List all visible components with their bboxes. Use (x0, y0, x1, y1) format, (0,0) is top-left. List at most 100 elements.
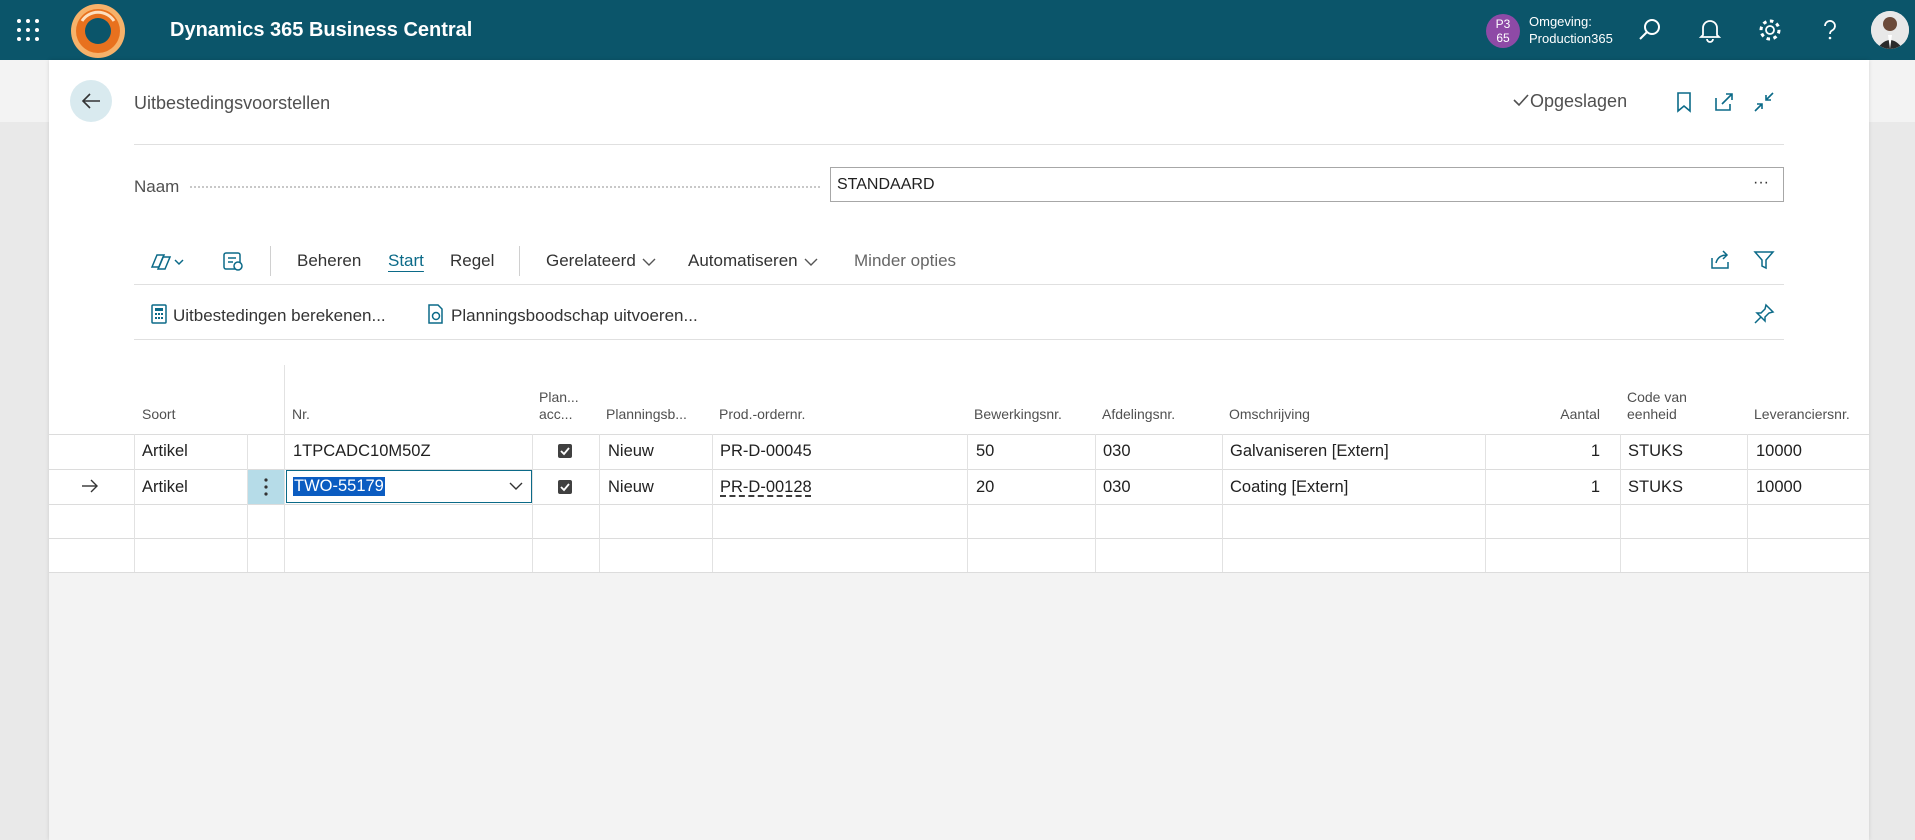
cell-bewerkingsnr[interactable]: 20 (976, 478, 994, 497)
grid-column-line (967, 434, 968, 572)
document-gear-icon (428, 304, 443, 324)
grid-column-line (712, 434, 713, 572)
bookmark-icon[interactable] (1672, 90, 1696, 114)
name-more-button[interactable]: ··· (1753, 174, 1769, 192)
name-label: Naam (134, 177, 180, 196)
cell-code-van-eenheid[interactable]: STUKS (1628, 442, 1683, 461)
column-header-omschrijving[interactable]: Omschrijving (1229, 406, 1310, 423)
grid-column-line (1485, 434, 1486, 572)
calculate-button[interactable]: Uitbestedingen berekenen... (151, 304, 386, 326)
grid-column-line (1095, 434, 1096, 572)
cell-omschrijving[interactable]: Galvaniseren [Extern] (1230, 442, 1389, 461)
action-automatiseren-label: Automatiseren (688, 251, 798, 270)
nr-edit-field[interactable]: TWO-55179 (286, 470, 532, 503)
cell-nr[interactable]: 1TPCADC10M50Z (293, 442, 431, 461)
bell-icon[interactable] (1697, 17, 1723, 43)
header-column-divider (284, 365, 285, 435)
cell-aantal[interactable]: 1 (1540, 442, 1600, 461)
action-regel[interactable]: Regel (450, 251, 494, 271)
filter-icon[interactable] (1752, 248, 1776, 272)
nr-edit-value: TWO-55179 (293, 477, 385, 496)
saved-status: Opgeslagen (1512, 91, 1627, 112)
column-header-prod-ordernr[interactable]: Prod.-ordernr. (719, 406, 805, 423)
planning-accepted-checkbox[interactable] (558, 444, 572, 458)
carry-out-label: Planningsboodschap uitvoeren... (451, 306, 698, 325)
chevron-down-icon (642, 258, 656, 266)
environment-label: Omgeving: (1529, 14, 1592, 29)
action-start[interactable]: Start (388, 251, 424, 271)
cell-soort[interactable]: Artikel (142, 442, 188, 461)
app-launcher-icon[interactable] (16, 18, 40, 42)
grid-column-line (1222, 434, 1223, 572)
cell-planningsboodschap[interactable]: Nieuw (608, 478, 654, 497)
arrow-left-icon (81, 93, 100, 109)
cell-bewerkingsnr[interactable]: 50 (976, 442, 994, 461)
column-header-planning-accepted-line1: Plan... (539, 389, 579, 405)
user-avatar[interactable] (1871, 11, 1909, 49)
collapse-icon[interactable] (1752, 90, 1776, 114)
cell-planningsboodschap[interactable]: Nieuw (608, 442, 654, 461)
column-header-nr[interactable]: Nr. (292, 406, 310, 423)
chevron-down-icon (804, 258, 818, 266)
column-header-soort[interactable]: Soort (142, 406, 175, 423)
column-header-planningsboodschap[interactable]: Planningsb... (606, 406, 687, 423)
label-leader-dots (190, 186, 820, 188)
cell-afdelingsnr[interactable]: 030 (1103, 478, 1131, 497)
action-bar-divider (134, 284, 1784, 285)
action-gerelateerd[interactable]: Gerelateerd (546, 251, 656, 271)
cell-omschrijving[interactable]: Coating [Extern] (1230, 478, 1348, 497)
share-icon[interactable] (1708, 248, 1732, 272)
action-automatiseren[interactable]: Automatiseren (688, 251, 818, 271)
action-minder-opties[interactable]: Minder opties (854, 251, 956, 271)
open-new-window-icon[interactable] (1712, 90, 1736, 114)
cell-prod-ordernr[interactable]: PR-D-00045 (720, 442, 812, 461)
column-header-aantal[interactable]: Aantal (1540, 406, 1600, 423)
checkmark-icon (1513, 94, 1529, 107)
cell-code-van-eenheid[interactable]: STUKS (1628, 478, 1683, 497)
edit-list-icon[interactable] (221, 250, 245, 274)
cell-prod-ordernr[interactable]: PR-D-00128 (720, 478, 812, 497)
column-header-bewerkingsnr[interactable]: Bewerkingsnr. (974, 406, 1062, 423)
environment-info[interactable]: Omgeving: Production365 (1529, 13, 1613, 47)
pin-icon[interactable] (1752, 302, 1776, 326)
grid-column-line (1747, 434, 1748, 572)
app-title: Dynamics 365 Business Central (170, 19, 473, 41)
column-header-code-van-eenheid[interactable]: Code van eenheid (1627, 389, 1687, 423)
gear-icon[interactable] (1757, 17, 1783, 43)
column-header-code-line2: eenheid (1627, 406, 1677, 422)
row-menu-button[interactable] (248, 470, 284, 504)
grid-row-line (49, 538, 1869, 539)
header-divider (134, 144, 1784, 145)
environment-badge[interactable]: P3 65 (1486, 14, 1520, 48)
copilot-icon[interactable] (148, 250, 190, 274)
grid-empty-area (49, 573, 1869, 840)
cell-aantal[interactable]: 1 (1540, 478, 1600, 497)
grid-column-line (532, 434, 533, 572)
cell-soort[interactable]: Artikel (142, 478, 188, 497)
app-bar: Dynamics 365 Business Central P3 65 Omgev… (0, 0, 1915, 60)
column-header-leveranciersnr[interactable]: Leveranciersnr. (1754, 406, 1850, 423)
grid-column-line (284, 434, 285, 572)
column-header-afdelingsnr[interactable]: Afdelingsnr. (1102, 406, 1175, 423)
action-beheren[interactable]: Beheren (297, 251, 361, 271)
name-field[interactable]: STANDAARD ··· (830, 167, 1784, 202)
name-value: STANDAARD (837, 176, 935, 193)
page-title: Uitbestedingsvoorstellen (134, 93, 331, 113)
planning-accepted-checkbox[interactable] (558, 480, 572, 494)
search-icon[interactable] (1637, 17, 1663, 43)
cell-afdelingsnr[interactable]: 030 (1103, 442, 1131, 461)
saved-status-text: Opgeslagen (1530, 91, 1628, 111)
column-header-planning-accepted[interactable]: Plan... acc... (539, 389, 579, 423)
carry-out-button[interactable]: Planningsboodschap uitvoeren... (427, 304, 698, 326)
promoted-divider (134, 339, 1784, 340)
more-vertical-icon (264, 478, 268, 496)
chevron-down-icon[interactable] (509, 481, 523, 491)
grid-row-line (49, 504, 1869, 505)
back-button[interactable] (70, 80, 112, 122)
column-header-planning-accepted-line2: acc... (539, 406, 573, 422)
cell-leveranciersnr[interactable]: 10000 (1756, 442, 1802, 461)
help-icon[interactable] (1817, 17, 1843, 43)
action-gerelateerd-label: Gerelateerd (546, 251, 636, 270)
cell-leveranciersnr[interactable]: 10000 (1756, 478, 1802, 497)
arrow-right-icon (82, 479, 98, 493)
